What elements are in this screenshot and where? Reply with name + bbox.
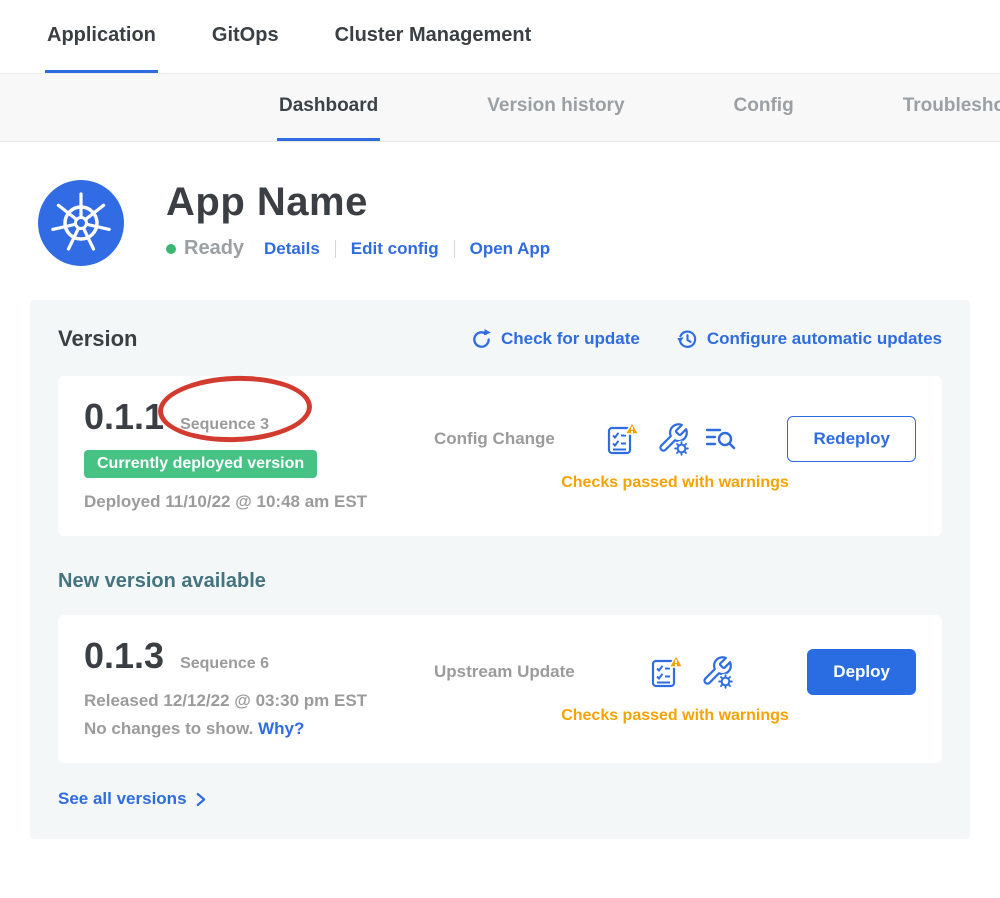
- chevron-right-icon: [195, 792, 206, 807]
- current-version-status-area: Config Change: [434, 396, 916, 512]
- redeploy-button[interactable]: Redeploy: [787, 416, 916, 462]
- kubernetes-logo-icon: [38, 180, 124, 266]
- refresh-icon: [470, 328, 493, 351]
- config-tools-icon[interactable]: [698, 654, 734, 690]
- current-version-info: 0.1.1 Sequence 3 Currently deployed vers…: [84, 396, 434, 512]
- config-tools-icon[interactable]: [654, 421, 690, 457]
- diff-view-icon[interactable]: [704, 424, 738, 454]
- status-badge: Ready: [184, 237, 244, 260]
- check-for-update-label: Check for update: [501, 329, 640, 349]
- check-for-update-button[interactable]: Check for update: [470, 328, 640, 351]
- configure-automatic-updates-label: Configure automatic updates: [707, 329, 942, 349]
- status-dot-icon: [166, 244, 176, 254]
- secondary-nav: Dashboard Version history Config Trouble…: [0, 74, 1000, 142]
- open-app-link[interactable]: Open App: [470, 239, 551, 259]
- page-title: App Name: [166, 180, 550, 225]
- tab-cluster-management[interactable]: Cluster Management: [333, 0, 534, 73]
- deployed-timestamp: Deployed 11/10/22 @ 10:48 am EST: [84, 492, 434, 512]
- no-changes-text: No changes to show.: [84, 719, 253, 738]
- current-checks-status: Checks passed with warnings: [434, 474, 916, 492]
- available-version-card: 0.1.3 Sequence 6 Released 12/12/22 @ 03:…: [58, 615, 942, 763]
- no-changes-line: No changes to show. Why?: [84, 719, 434, 739]
- current-change-type: Config Change: [434, 429, 555, 449]
- available-change-type: Upstream Update: [434, 662, 575, 682]
- tab-version-history[interactable]: Version history: [485, 74, 626, 141]
- divider: [454, 240, 455, 258]
- version-section-header: Version Check for update: [58, 326, 942, 352]
- available-version-number: 0.1.3: [84, 635, 164, 677]
- details-link[interactable]: Details: [264, 239, 320, 259]
- version-heading: Version: [58, 326, 137, 352]
- tab-gitops[interactable]: GitOps: [210, 0, 281, 73]
- new-version-heading: New version available: [58, 570, 942, 593]
- available-checks-status: Checks passed with warnings: [434, 707, 916, 725]
- app-header: App Name Ready Details Edit config Open …: [0, 142, 1000, 266]
- divider: [335, 240, 336, 258]
- tab-troubleshoot[interactable]: Troubleshoot: [901, 74, 1000, 141]
- app-header-text: App Name Ready Details Edit config Open …: [166, 180, 550, 260]
- current-version-sequence: Sequence 3: [180, 416, 269, 434]
- see-all-versions-label: See all versions: [58, 789, 187, 809]
- primary-nav: Application GitOps Cluster Management: [0, 0, 1000, 74]
- app-meta-row: Ready Details Edit config Open App: [166, 237, 550, 260]
- auto-update-icon: [676, 328, 699, 351]
- available-version-info: 0.1.3 Sequence 6 Released 12/12/22 @ 03:…: [84, 635, 434, 739]
- version-section: Version Check for update: [30, 300, 970, 839]
- preflight-checks-icon[interactable]: [648, 654, 684, 690]
- current-version-number: 0.1.1: [84, 396, 164, 438]
- version-actions: Check for update Configure automatic upd…: [470, 328, 942, 351]
- deploy-button[interactable]: Deploy: [807, 649, 916, 695]
- tab-application[interactable]: Application: [45, 0, 158, 73]
- current-check-icons: [604, 421, 738, 457]
- preflight-checks-icon[interactable]: [604, 421, 640, 457]
- currently-deployed-badge: Currently deployed version: [84, 450, 317, 478]
- tab-config[interactable]: Config: [732, 74, 796, 141]
- available-version-sequence: Sequence 6: [180, 655, 269, 673]
- available-check-icons: [648, 654, 734, 690]
- released-timestamp: Released 12/12/22 @ 03:30 pm EST: [84, 691, 434, 711]
- why-link[interactable]: Why?: [258, 719, 304, 738]
- available-version-status-area: Upstream Update: [434, 635, 916, 739]
- edit-config-link[interactable]: Edit config: [351, 239, 439, 259]
- current-version-card: 0.1.1 Sequence 3 Currently deployed vers…: [58, 376, 942, 536]
- configure-automatic-updates-button[interactable]: Configure automatic updates: [676, 328, 942, 351]
- see-all-versions-link[interactable]: See all versions: [58, 789, 942, 809]
- tab-dashboard[interactable]: Dashboard: [277, 74, 380, 141]
